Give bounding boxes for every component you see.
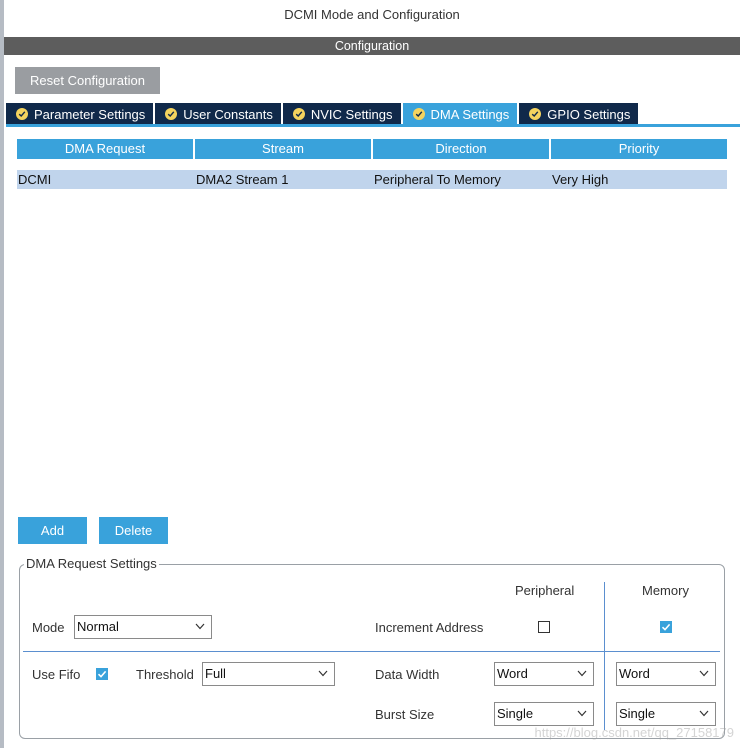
chevron-down-icon bbox=[699, 670, 709, 677]
tab-bar: Parameter Settings User Constants NVIC S… bbox=[6, 103, 639, 125]
left-edge bbox=[0, 0, 4, 748]
check-circle-icon bbox=[292, 108, 305, 120]
tab-label: User Constants bbox=[183, 106, 273, 122]
use-fifo-checkbox[interactable] bbox=[96, 668, 108, 680]
memory-column-header: Memory bbox=[642, 583, 689, 598]
column-header-priority[interactable]: Priority bbox=[551, 139, 727, 159]
settings-legend: DMA Request Settings bbox=[24, 556, 159, 571]
chevron-down-icon bbox=[577, 670, 587, 677]
burst-size-peripheral-select[interactable]: Single bbox=[494, 702, 594, 726]
threshold-value: Full bbox=[205, 666, 226, 681]
tab-dma-settings[interactable]: DMA Settings bbox=[402, 103, 518, 125]
reset-configuration-button[interactable]: Reset Configuration bbox=[15, 67, 160, 94]
mode-value: Normal bbox=[77, 619, 119, 634]
chevron-down-icon bbox=[577, 710, 587, 717]
chevron-down-icon bbox=[699, 710, 709, 717]
increment-memory-checkbox[interactable] bbox=[660, 621, 672, 633]
increment-address-label: Increment Address bbox=[375, 620, 484, 635]
cell-stream: DMA2 Stream 1 bbox=[196, 172, 289, 187]
tab-label: NVIC Settings bbox=[310, 106, 393, 122]
chevron-down-icon bbox=[318, 670, 328, 677]
data-width-label: Data Width bbox=[375, 667, 440, 682]
tab-label: GPIO Settings bbox=[547, 106, 631, 122]
burst-size-memory-select[interactable]: Single bbox=[616, 702, 716, 726]
column-header-dma-request[interactable]: DMA Request bbox=[17, 139, 193, 159]
table-header: DMA Request Stream Direction Priority bbox=[17, 139, 727, 159]
mode-select[interactable]: Normal bbox=[74, 615, 212, 639]
data-width-memory-value: Word bbox=[619, 666, 650, 681]
table-row[interactable]: DCMI DMA2 Stream 1 Peripheral To Memory … bbox=[17, 170, 727, 189]
threshold-label: Threshold bbox=[136, 667, 194, 682]
burst-size-memory-value: Single bbox=[619, 706, 656, 721]
tab-label: Parameter Settings bbox=[34, 106, 146, 122]
mode-label: Mode bbox=[32, 620, 65, 635]
tab-label: DMA Settings bbox=[430, 106, 510, 122]
checkmark-icon bbox=[97, 670, 107, 678]
data-width-peripheral-select[interactable]: Word bbox=[494, 662, 594, 686]
tab-gpio-settings[interactable]: GPIO Settings bbox=[519, 103, 639, 125]
chevron-down-icon bbox=[195, 623, 205, 630]
check-circle-icon bbox=[16, 108, 28, 120]
check-circle-icon bbox=[412, 108, 425, 120]
tab-underline bbox=[6, 124, 740, 127]
window-title: DCMI Mode and Configuration bbox=[284, 7, 460, 22]
data-width-memory-select[interactable]: Word bbox=[616, 662, 716, 686]
check-circle-icon bbox=[529, 108, 542, 120]
add-button[interactable]: Add bbox=[18, 517, 87, 544]
increment-peripheral-checkbox[interactable] bbox=[538, 621, 550, 633]
burst-size-label: Burst Size bbox=[375, 707, 435, 722]
cell-direction: Peripheral To Memory bbox=[374, 172, 501, 187]
threshold-select[interactable]: Full bbox=[202, 662, 335, 686]
use-fifo-label: Use Fifo bbox=[32, 667, 81, 682]
burst-size-peripheral-value: Single bbox=[497, 706, 534, 721]
tab-nvic-settings[interactable]: NVIC Settings bbox=[282, 103, 401, 125]
cell-dma-request: DCMI bbox=[18, 172, 52, 187]
delete-button[interactable]: Delete bbox=[99, 517, 168, 544]
tab-user-constants[interactable]: User Constants bbox=[155, 103, 281, 125]
data-width-peripheral-value: Word bbox=[497, 666, 528, 681]
row-separator bbox=[23, 651, 720, 652]
dma-request-table: DMA Request Stream Direction Priority DC… bbox=[17, 139, 727, 189]
check-circle-icon bbox=[165, 108, 178, 120]
peripheral-column-header: Peripheral bbox=[515, 583, 575, 598]
cell-priority: Very High bbox=[552, 172, 609, 187]
column-header-direction[interactable]: Direction bbox=[373, 139, 549, 159]
configuration-header: Configuration bbox=[4, 37, 740, 55]
column-header-stream[interactable]: Stream bbox=[195, 139, 371, 159]
watermark: https://blog.csdn.net/qq_27158179 bbox=[534, 725, 735, 740]
tab-parameter-settings[interactable]: Parameter Settings bbox=[6, 103, 154, 125]
checkmark-icon bbox=[661, 623, 671, 631]
column-separator bbox=[604, 582, 605, 730]
